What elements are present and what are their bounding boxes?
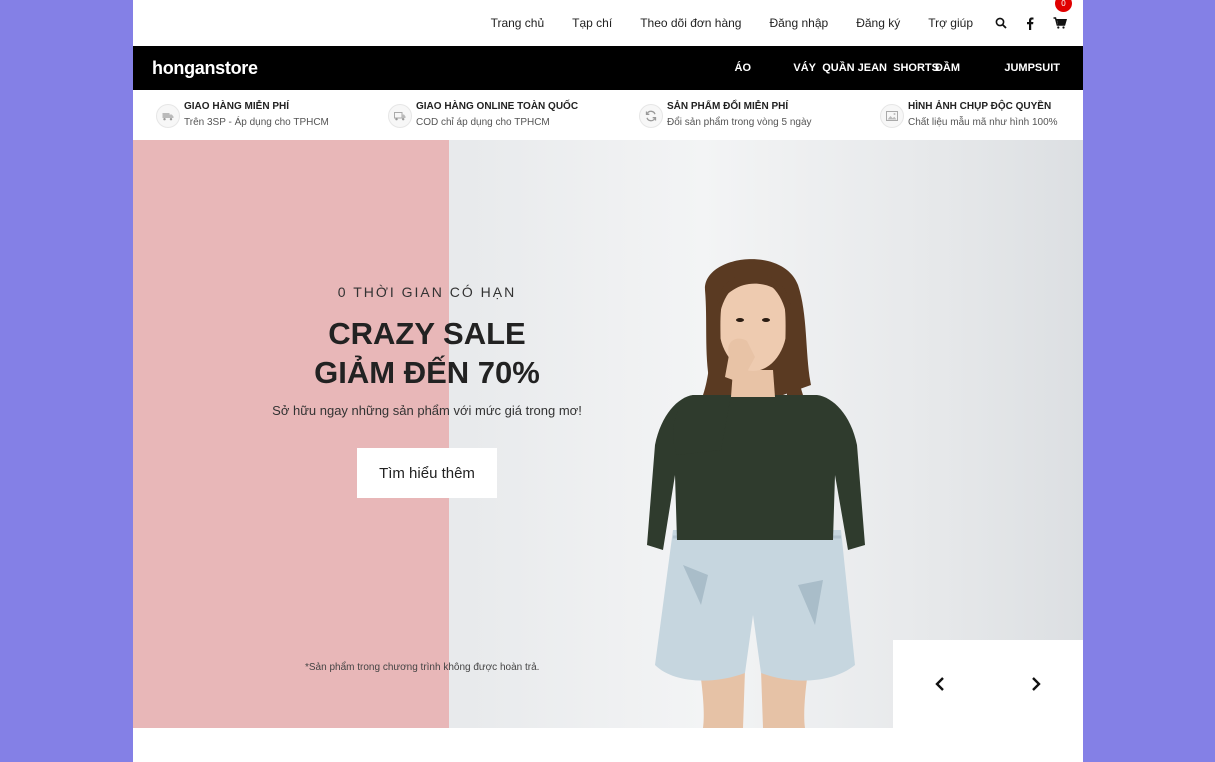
feature-subtitle: Trên 3SP - Áp dụng cho TPHCM (184, 117, 329, 128)
feature-subtitle: Chất liệu mẫu mã như hình 100% (908, 117, 1058, 128)
search-icon[interactable] (993, 15, 1009, 31)
refresh-icon (639, 104, 663, 128)
link-login[interactable]: Đăng nhập (769, 16, 828, 30)
nav-item-vay[interactable]: VÁY (793, 62, 816, 74)
slider-controls (893, 640, 1083, 728)
feature-title: GIAO HÀNG MIỄN PHÍ (184, 101, 290, 112)
chevron-right-icon[interactable] (1023, 672, 1047, 696)
facebook-icon[interactable] (1022, 15, 1038, 31)
hero-pink-panel (133, 140, 449, 728)
chevron-left-icon[interactable] (929, 672, 953, 696)
top-utility-bar: Trang chủ Tạp chí Theo dõi đơn hàng Đăng… (133, 0, 1083, 46)
link-track-order[interactable]: Theo dõi đơn hàng (640, 16, 741, 30)
delivery-van-icon (388, 104, 412, 128)
feature-title: GIAO HÀNG ONLINE TOÀN QUỐC (416, 101, 579, 112)
truck-icon (156, 104, 180, 128)
link-magazine[interactable]: Tạp chí (572, 16, 612, 30)
hero-banner: 0 THỜI GIAN CÓ HẠN CRAZY SALE GIẢM ĐẾN 7… (133, 140, 1083, 728)
nav-item-dam[interactable]: ĐẦM (935, 62, 960, 74)
feature-title: HÌNH ẢNH CHỤP ĐỘC QUYỀN (908, 101, 1052, 112)
store-page: Trang chủ Tạp chí Theo dõi đơn hàng Đăng… (133, 0, 1083, 762)
cart-count-badge: 0 (1055, 0, 1072, 12)
nav-item-jumpsuit[interactable]: JUMPSUIT (1004, 62, 1060, 74)
content-below-hero (133, 728, 1083, 762)
feature-subtitle: COD chỉ áp dụng cho TPHCM (416, 117, 550, 128)
hero-disclaimer: *Sản phẩm trong chương trình không được … (305, 662, 540, 673)
main-nav: honganstore ÁO VÁY SHORTS QUẦN JEAN ĐẦM … (133, 46, 1083, 90)
feature-strip: GIAO HÀNG MIỄN PHÍ Trên 3SP - Áp dụng ch… (133, 90, 1083, 140)
hero-title: CRAZY SALE GIẢM ĐẾN 70% (133, 314, 721, 392)
link-register[interactable]: Đăng ký (856, 16, 900, 30)
hero-description: Sở hữu ngay những sản phẩm với mức giá t… (272, 403, 582, 418)
top-links: Trang chủ Tạp chí Theo dõi đơn hàng Đăng… (491, 0, 1083, 46)
cart-icon[interactable]: 0 (1052, 0, 1072, 31)
image-icon (880, 104, 904, 128)
nav-item-shorts[interactable]: SHORTS (893, 62, 939, 74)
nav-item-ao[interactable]: ÁO (735, 62, 752, 74)
hero-title-line2: GIẢM ĐẾN 70% (314, 355, 540, 390)
nav-item-quan-jean[interactable]: QUẦN JEAN (822, 62, 887, 74)
learn-more-button[interactable]: Tìm hiểu thêm (357, 448, 497, 498)
hero-kicker: 0 THỜI GIAN CÓ HẠN (337, 284, 517, 300)
link-help[interactable]: Trợ giúp (928, 16, 973, 30)
store-logo[interactable]: honganstore (152, 58, 258, 79)
feature-subtitle: Đổi sản phẩm trong vòng 5 ngày (667, 117, 812, 128)
feature-title: SẢN PHẨM ĐỔI MIỄN PHÍ (667, 101, 789, 112)
link-home[interactable]: Trang chủ (491, 16, 545, 30)
hero-title-line1: CRAZY SALE (328, 316, 526, 351)
